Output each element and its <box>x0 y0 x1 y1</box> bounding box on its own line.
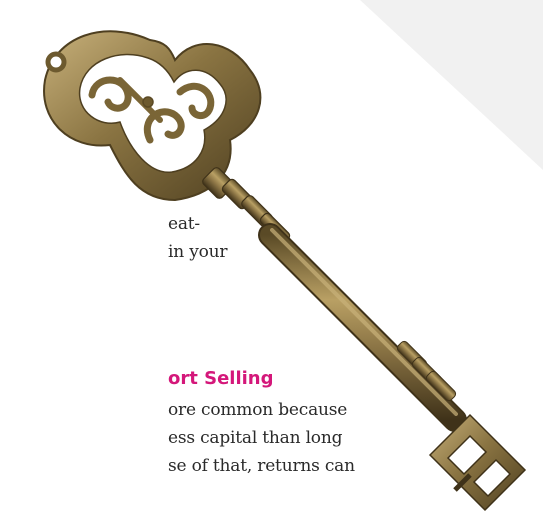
key-bit <box>428 413 527 512</box>
key-bow <box>43 30 262 202</box>
key-shaft <box>258 223 467 432</box>
skeleton-key-image <box>43 30 527 512</box>
